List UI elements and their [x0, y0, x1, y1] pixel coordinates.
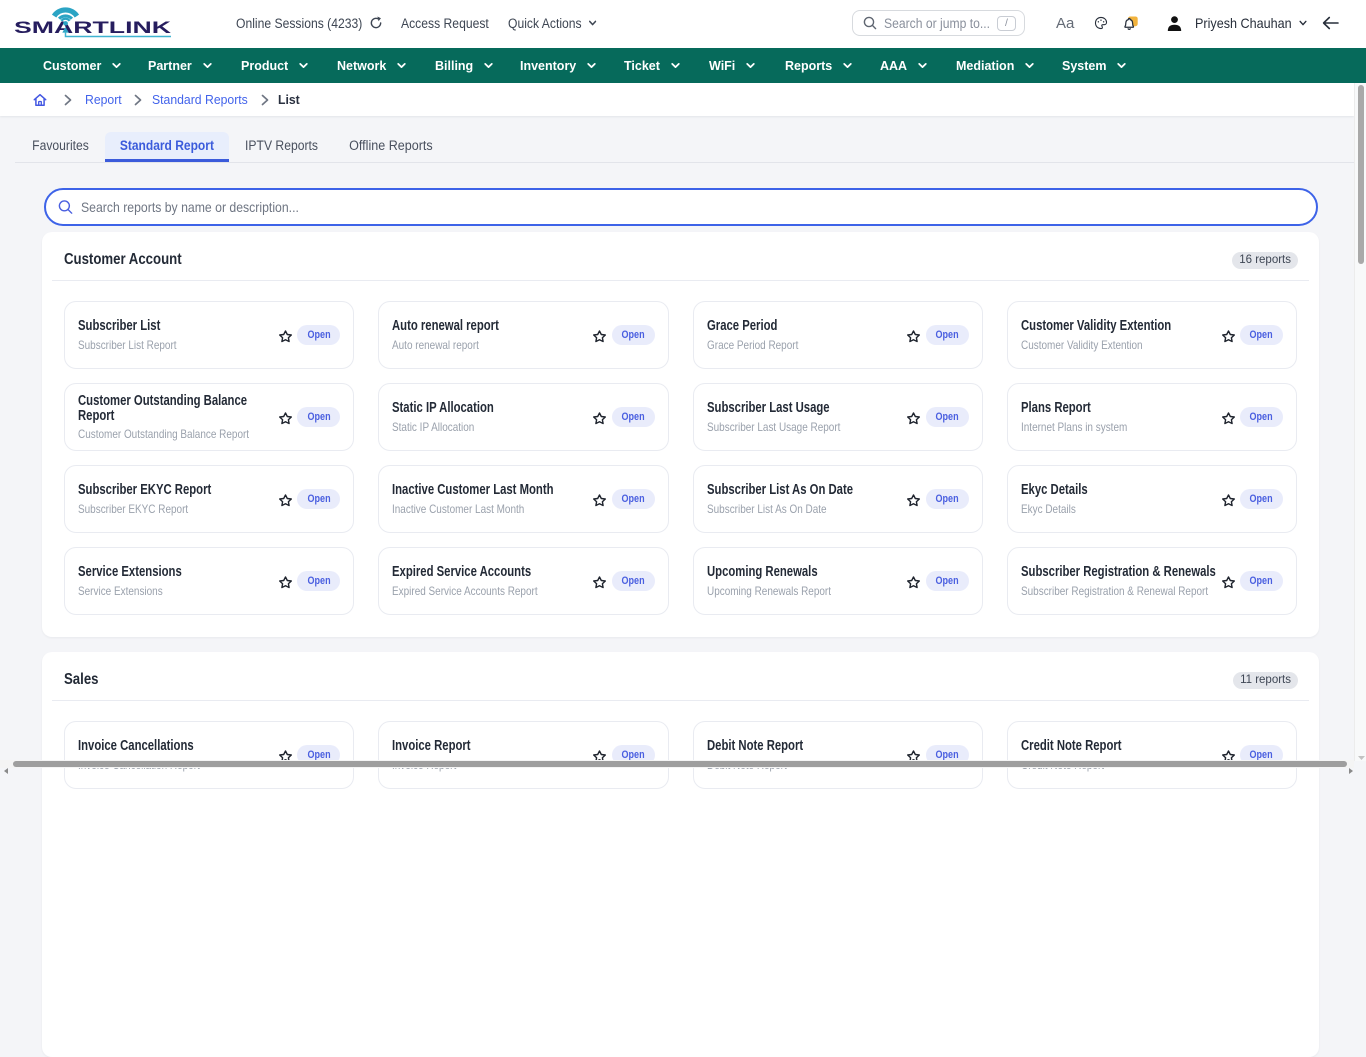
svg-text:SMARTLINK: SMARTLINK — [14, 18, 172, 37]
